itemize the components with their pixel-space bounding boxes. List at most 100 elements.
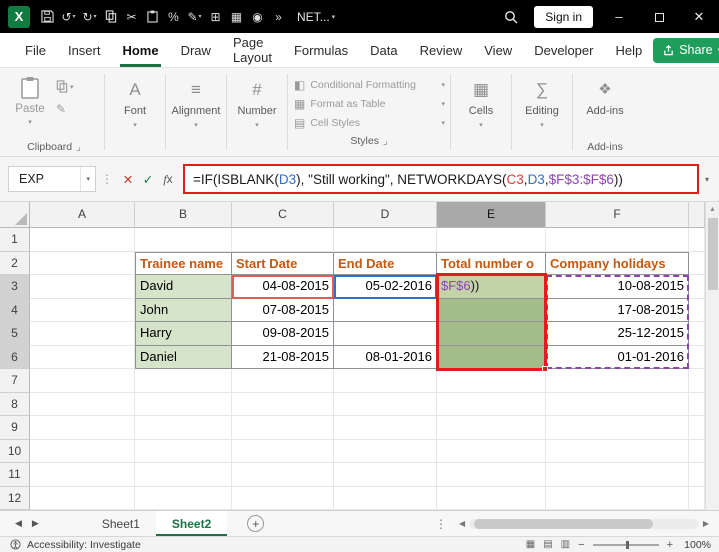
accessibility-status[interactable]: Accessibility: Investigate bbox=[27, 539, 141, 551]
cell-B12[interactable] bbox=[135, 487, 232, 511]
cell-E10[interactable] bbox=[437, 440, 546, 464]
overflow-icon[interactable]: » bbox=[268, 5, 289, 29]
cell-A9[interactable] bbox=[30, 416, 135, 440]
cell-F3[interactable]: 10-08-2015 bbox=[546, 275, 689, 299]
cell-B3[interactable]: David bbox=[135, 275, 232, 299]
cell-F12[interactable] bbox=[546, 487, 689, 511]
ribbon-group-number[interactable]: #Number▾ bbox=[229, 70, 285, 156]
cell-C12[interactable] bbox=[232, 487, 334, 511]
cell-B11[interactable] bbox=[135, 463, 232, 487]
cell-A3[interactable] bbox=[30, 275, 135, 299]
cell-D5[interactable] bbox=[334, 322, 437, 346]
tab-data[interactable]: Data bbox=[359, 33, 408, 67]
column-header-B[interactable]: B bbox=[135, 202, 232, 228]
cell-C1[interactable] bbox=[232, 228, 334, 252]
clipboard-icon[interactable] bbox=[142, 5, 163, 29]
cell-A12[interactable] bbox=[30, 487, 135, 511]
table-icon[interactable]: ▦ bbox=[226, 5, 247, 29]
ribbon-group-alignment[interactable]: ≡Alignment▾ bbox=[168, 70, 224, 156]
horizontal-scroll-track[interactable] bbox=[469, 519, 699, 529]
tab-insert[interactable]: Insert bbox=[57, 33, 112, 67]
paste-button[interactable]: Paste ▾ bbox=[6, 70, 54, 138]
cancel-button[interactable]: ✕ bbox=[118, 172, 138, 187]
enter-button[interactable]: ✓ bbox=[138, 172, 158, 187]
cell-D4[interactable] bbox=[334, 299, 437, 323]
cell-E6[interactable] bbox=[437, 346, 546, 370]
vertical-scroll-thumb[interactable] bbox=[708, 218, 718, 290]
copy-button[interactable]: ▾ bbox=[56, 80, 74, 93]
normal-view-icon[interactable]: ▦ bbox=[526, 539, 535, 550]
cell-E7[interactable] bbox=[437, 369, 546, 393]
cell-F10[interactable] bbox=[546, 440, 689, 464]
cell-D1[interactable] bbox=[334, 228, 437, 252]
horizontal-scrollbar[interactable]: ◀ ▶ bbox=[455, 511, 713, 536]
tab-view[interactable]: View bbox=[473, 33, 523, 67]
column-header-F[interactable]: F bbox=[546, 202, 689, 228]
cell-F7[interactable] bbox=[546, 369, 689, 393]
sheet-tab-sheet1[interactable]: Sheet1 bbox=[86, 511, 156, 536]
cell-F2[interactable]: Company holidays bbox=[546, 252, 689, 276]
cell-F11[interactable] bbox=[546, 463, 689, 487]
tab-page-layout[interactable]: Page Layout bbox=[222, 33, 283, 67]
name-box[interactable]: EXP ▾ bbox=[8, 166, 96, 192]
formula-input[interactable]: =IF(ISBLANK(D3), "Still working", NETWOR… bbox=[183, 164, 699, 194]
select-all-button[interactable] bbox=[0, 202, 30, 228]
cell-D9[interactable] bbox=[334, 416, 437, 440]
ribbon-group-editing[interactable]: ∑Editing▾ bbox=[514, 70, 570, 156]
cut-icon[interactable]: ✂ bbox=[121, 5, 142, 29]
cell-B6[interactable]: Daniel bbox=[135, 346, 232, 370]
row-header-8[interactable]: 8 bbox=[0, 393, 30, 417]
cell-C2[interactable]: Start Date bbox=[232, 252, 334, 276]
row-header-12[interactable]: 12 bbox=[0, 487, 30, 511]
column-header-C[interactable]: C bbox=[232, 202, 334, 228]
sheet-nav-right-icon[interactable]: ▶ bbox=[27, 518, 44, 529]
cell-A7[interactable] bbox=[30, 369, 135, 393]
tab-home[interactable]: Home bbox=[111, 33, 169, 67]
redo-icon[interactable]: ↻▾ bbox=[79, 5, 100, 29]
search-icon[interactable] bbox=[504, 10, 518, 24]
scroll-up-icon[interactable]: ▲ bbox=[709, 202, 716, 215]
column-header-A[interactable]: A bbox=[30, 202, 135, 228]
cell-C9[interactable] bbox=[232, 416, 334, 440]
cell-F4[interactable]: 17-08-2015 bbox=[546, 299, 689, 323]
cell-F6[interactable]: 01-01-2016 bbox=[546, 346, 689, 370]
formula-bar-expand-icon[interactable]: ▾ bbox=[699, 175, 715, 184]
cell-A5[interactable] bbox=[30, 322, 135, 346]
row-header-6[interactable]: 6 bbox=[0, 346, 30, 370]
zoom-in-button[interactable]: + bbox=[667, 539, 673, 551]
cell-B10[interactable] bbox=[135, 440, 232, 464]
cell-B8[interactable] bbox=[135, 393, 232, 417]
cell-A10[interactable] bbox=[30, 440, 135, 464]
ribbon-group-font[interactable]: AFont▾ bbox=[107, 70, 163, 156]
sheet-tab-sheet2[interactable]: Sheet2 bbox=[156, 511, 227, 536]
add-ins-button[interactable]: ❖ Add-ins bbox=[575, 70, 635, 138]
row-header-1[interactable]: 1 bbox=[0, 228, 30, 252]
cell-B7[interactable] bbox=[135, 369, 232, 393]
format-as-table-button[interactable]: ▦Format as Table▾ bbox=[290, 94, 448, 113]
copy-icon[interactable] bbox=[100, 5, 121, 29]
row-header-4[interactable]: 4 bbox=[0, 299, 30, 323]
page-break-view-icon[interactable]: ▥ bbox=[561, 539, 570, 550]
cell-C7[interactable] bbox=[232, 369, 334, 393]
zoom-out-button[interactable]: − bbox=[578, 539, 584, 551]
cell-F9[interactable] bbox=[546, 416, 689, 440]
column-header-E[interactable]: E bbox=[437, 202, 546, 228]
cell-D2[interactable]: End Date bbox=[334, 252, 437, 276]
cell-A4[interactable] bbox=[30, 299, 135, 323]
cell-E11[interactable] bbox=[437, 463, 546, 487]
clipboard-dialog-launcher-icon[interactable]: ⌟ bbox=[76, 142, 81, 153]
row-header-11[interactable]: 11 bbox=[0, 463, 30, 487]
cell-A8[interactable] bbox=[30, 393, 135, 417]
cell-C4[interactable]: 07-08-2015 bbox=[232, 299, 334, 323]
cell-C6[interactable]: 21-08-2015 bbox=[232, 346, 334, 370]
row-header-2[interactable]: 2 bbox=[0, 252, 30, 276]
row-header-10[interactable]: 10 bbox=[0, 440, 30, 464]
sign-in-button[interactable]: Sign in bbox=[534, 6, 593, 28]
cell-D12[interactable] bbox=[334, 487, 437, 511]
tab-draw[interactable]: Draw bbox=[170, 33, 222, 67]
tab-review[interactable]: Review bbox=[409, 33, 474, 67]
cell-C3[interactable]: 04-08-2015 bbox=[232, 275, 334, 299]
cell-D7[interactable] bbox=[334, 369, 437, 393]
cell-B1[interactable] bbox=[135, 228, 232, 252]
name-box-dropdown-icon[interactable]: ▾ bbox=[80, 167, 95, 191]
